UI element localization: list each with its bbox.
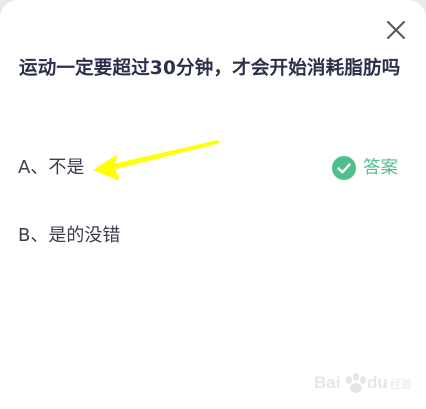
svg-text:经验: 经验 xyxy=(390,377,412,391)
option-b[interactable]: B、是的没错 xyxy=(0,214,426,258)
option-b-label: B、是的没错 xyxy=(18,225,121,246)
svg-text:Bai: Bai xyxy=(314,373,340,392)
question-title: 运动一定要超过30分钟，才会开始消耗脂肪吗 xyxy=(19,58,401,79)
option-a[interactable]: A、不是 答案 xyxy=(0,146,426,190)
answer-label: 答案 xyxy=(363,158,398,178)
baidu-logo-watermark: Bai du 经验 xyxy=(314,373,412,393)
option-a-label: A、不是 xyxy=(18,157,85,178)
answer-badge: 答案 xyxy=(332,156,398,180)
close-icon[interactable] xyxy=(384,18,408,42)
svg-text:du: du xyxy=(367,373,388,392)
check-circle-icon xyxy=(332,156,356,180)
quiz-dialog: 运动一定要超过30分钟，才会开始消耗脂肪吗 A、不是 答案 B、是的没错 Bai… xyxy=(0,0,426,409)
